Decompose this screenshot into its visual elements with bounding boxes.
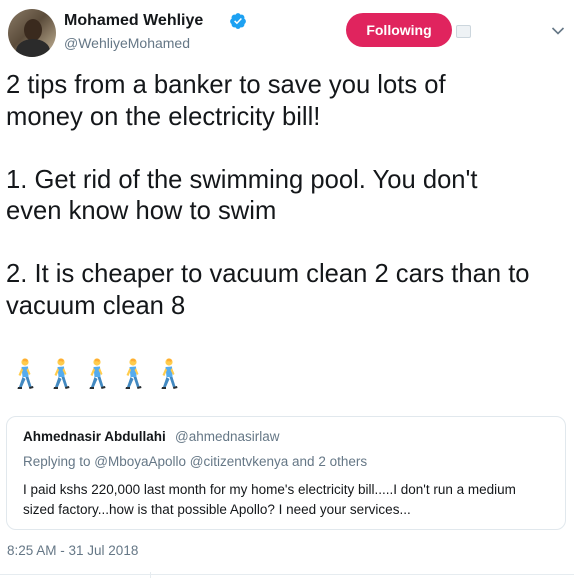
author-avatar[interactable] [8,9,56,57]
notifications-icon[interactable] [456,25,471,38]
person-walking-emoji [161,358,178,389]
tweet-text: 2 tips from a banker to save you lots of… [6,70,570,322]
quoted-body-line: sized factory...how is that possible Apo… [23,502,411,517]
divider-tick [150,572,151,578]
tweet-header: Mohamed Wehliye @WehliyeMohamed Followin… [0,0,574,60]
tweet-line: money on the electricity bill! [6,102,321,131]
tweet-timestamp[interactable]: 8:25 AM - 31 Jul 2018 [7,543,138,558]
author-handle[interactable]: @WehliyeMohamed [64,35,190,51]
tweet-line: vacuum clean 8 [6,291,186,320]
person-walking-emoji [17,358,34,389]
divider [0,574,574,575]
quoted-body-line: I paid kshs 220,000 last month for my ho… [23,482,516,497]
tweet-line-gap [6,228,570,260]
person-walking-emoji [125,358,142,389]
tweet-line-gap [6,133,570,165]
person-walking-emoji [53,358,70,389]
tweet-line: even know how to swim [6,197,277,225]
emoji-row [6,356,186,392]
avatar-shoulders [16,39,50,57]
tweet-line: 2 tips from a banker to save you lots of [6,71,446,99]
following-button[interactable]: Following [345,12,452,47]
person-walking-emoji [89,358,106,389]
tweet-line: 1. Get rid of the swimming pool. You don… [6,165,478,194]
quoted-author-handle[interactable]: @ahmednasirlaw [175,429,280,444]
following-button-label: Following [366,22,432,38]
quoted-tweet-card[interactable]: Ahmednasir Abdullahi @ahmednasirlaw Repl… [6,416,566,530]
verified-badge-icon [230,13,246,29]
chevron-down-icon[interactable] [551,26,565,36]
avatar-face [24,19,42,41]
author-display-name[interactable]: Mohamed Wehliye [64,12,203,30]
tweet-line: 2. It is cheaper to vacuum clean 2 cars … [6,260,530,288]
quoted-author-name[interactable]: Ahmednasir Abdullahi [23,429,166,444]
quoted-replying-to: Replying to @MboyaApollo @citizentvkenya… [23,454,368,469]
quoted-tweet-body: I paid kshs 220,000 last month for my ho… [23,480,553,520]
